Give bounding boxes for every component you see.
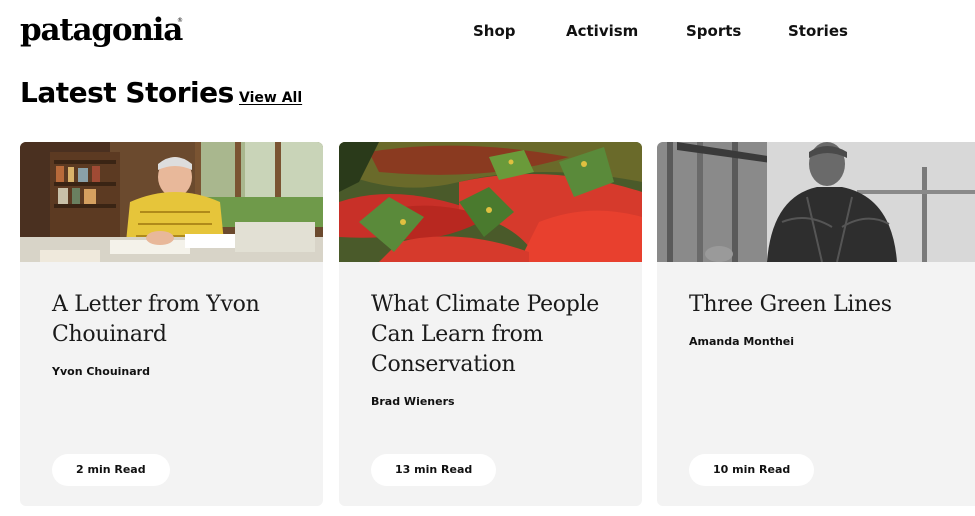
story-card[interactable]: A Letter from Yvon Chouinard Yvon Chouin… xyxy=(20,142,323,506)
site-header: patagonia ® Shop Activism Sports Stories xyxy=(0,0,975,64)
story-image[interactable] xyxy=(339,142,642,262)
story-title[interactable]: Three Green Lines xyxy=(689,290,939,320)
nav-shop[interactable]: Shop xyxy=(473,22,516,40)
story-image[interactable] xyxy=(20,142,323,262)
registered-mark: ® xyxy=(177,17,183,24)
section-title: Latest Stories xyxy=(20,76,234,109)
story-card[interactable]: Three Green Lines Amanda Monthei 10 min … xyxy=(657,142,975,506)
story-card[interactable]: What Climate People Can Learn from Conse… xyxy=(339,142,642,506)
story-image[interactable] xyxy=(657,142,975,262)
read-time-badge: 2 min Read xyxy=(52,454,170,486)
patagonia-logo[interactable]: patagonia xyxy=(20,12,183,48)
nav-sports[interactable]: Sports xyxy=(686,22,741,40)
story-author: Brad Wieners xyxy=(371,395,455,408)
nav-activism[interactable]: Activism xyxy=(566,22,638,40)
story-author: Yvon Chouinard xyxy=(52,365,150,378)
read-time-badge: 13 min Read xyxy=(371,454,497,486)
nav-stories[interactable]: Stories xyxy=(788,22,848,40)
read-time-badge: 10 min Read xyxy=(689,454,815,486)
story-author: Amanda Monthei xyxy=(689,335,795,348)
story-title[interactable]: What Climate People Can Learn from Conse… xyxy=(371,290,621,380)
view-all-link[interactable]: View All xyxy=(239,90,302,106)
story-title[interactable]: A Letter from Yvon Chouinard xyxy=(52,290,302,350)
